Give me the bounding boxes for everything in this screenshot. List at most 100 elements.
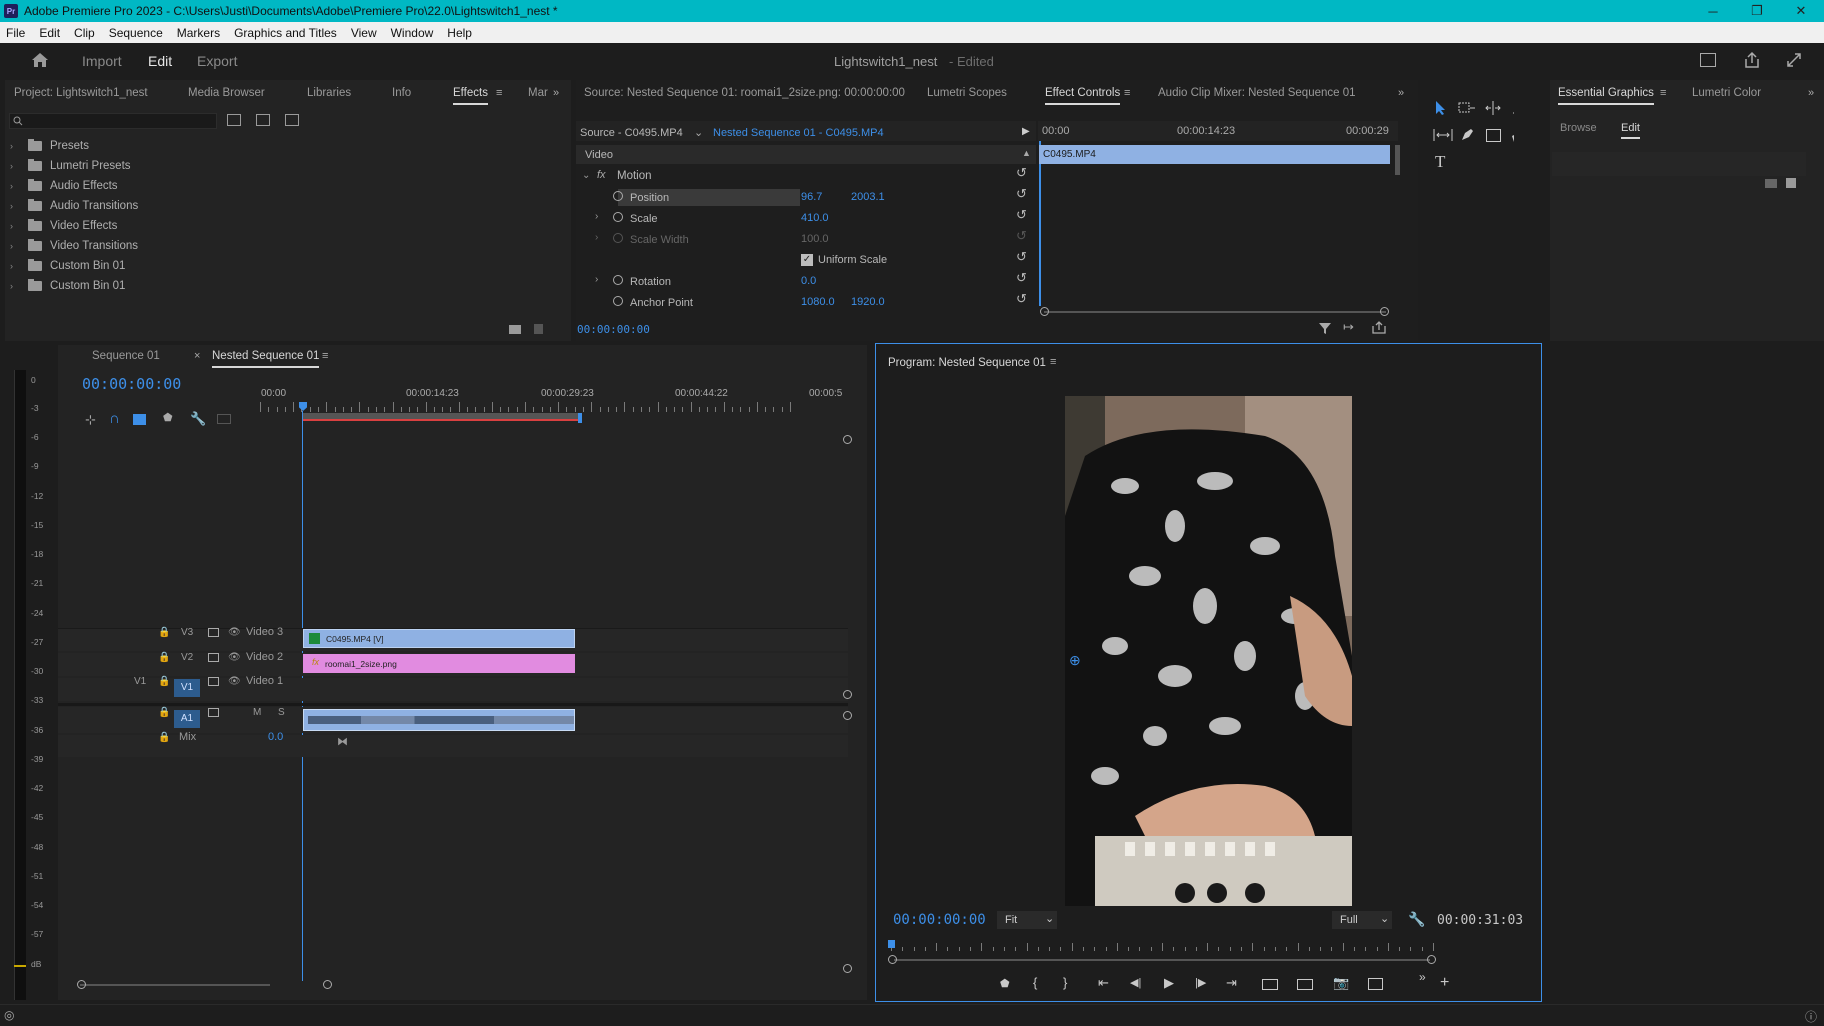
sync-lock-icon[interactable] xyxy=(208,707,219,717)
tab-lumetri-color[interactable]: Lumetri Color xyxy=(1692,87,1761,99)
zoom-handle-left[interactable] xyxy=(1040,307,1049,316)
ec-scrollbar[interactable] xyxy=(1395,145,1400,175)
collapse-icon[interactable]: ▲ xyxy=(1022,148,1031,158)
prop-scale-value[interactable]: 410.0 xyxy=(801,212,829,224)
close-tab-icon[interactable]: × xyxy=(194,350,200,362)
audio-scroll-handle[interactable] xyxy=(843,964,852,973)
tab-libraries[interactable]: Libraries xyxy=(307,87,351,99)
go-to-in-icon[interactable]: ⇤ xyxy=(1098,975,1109,991)
menu-view[interactable]: View xyxy=(351,26,377,40)
solo-button[interactable]: S xyxy=(278,707,285,718)
track-target-v1[interactable]: V1 xyxy=(174,679,200,697)
pen-tool-icon[interactable] xyxy=(1459,127,1475,143)
add-marker-icon[interactable]: ⬟ xyxy=(163,411,173,424)
list-item-audio-transitions[interactable]: › Audio Transitions xyxy=(10,197,138,215)
clip-c0495-video[interactable]: C0495.MP4 [V] xyxy=(303,629,575,648)
info-icon[interactable]: ⓘ xyxy=(1805,1008,1817,1025)
list-item-audio-effects[interactable]: › Audio Effects xyxy=(10,177,118,195)
menu-sequence[interactable]: Sequence xyxy=(109,26,163,40)
play-icon[interactable]: ▶ xyxy=(1164,975,1174,991)
step-back-icon[interactable]: ◀| xyxy=(1130,976,1141,989)
lock-icon[interactable]: 🔒 xyxy=(158,676,170,687)
mix-end-icon[interactable]: ⧓ xyxy=(337,735,348,748)
filter-icon[interactable] xyxy=(1318,321,1332,335)
overwrite-icon[interactable] xyxy=(1297,979,1313,990)
lock-icon[interactable]: 🔒 xyxy=(158,707,170,718)
new-layer-icon[interactable] xyxy=(1765,179,1777,188)
tab-nested-sequence-01[interactable]: Nested Sequence 01 xyxy=(212,350,320,368)
timeline-zoom-bar[interactable] xyxy=(80,984,270,986)
export-frame-icon[interactable]: 📷 xyxy=(1333,975,1349,991)
accelerated-effects-icon[interactable] xyxy=(227,114,241,126)
ec-sequence-label[interactable]: Nested Sequence 01 - C0495.MP4 xyxy=(713,127,884,139)
stopwatch-icon[interactable] xyxy=(613,191,623,201)
panel-menu-icon[interactable]: ≡ xyxy=(1124,87,1130,99)
list-item-video-transitions[interactable]: › Video Transitions xyxy=(10,237,138,255)
anchor-crosshair-icon[interactable]: ⊕ xyxy=(1069,652,1081,669)
sync-lock-icon[interactable] xyxy=(208,652,219,662)
eye-icon[interactable]: 👁 xyxy=(228,627,241,638)
tab-audio-clip-mixer[interactable]: Audio Clip Mixer: Nested Sequence 01 xyxy=(1158,87,1356,99)
mark-in-icon[interactable]: { xyxy=(1033,975,1037,990)
chevron-right-icon[interactable]: › xyxy=(595,274,598,285)
chevron-right-icon[interactable]: › xyxy=(595,211,598,222)
prop-rotation-value[interactable]: 0.0 xyxy=(801,275,816,287)
step-forward-icon[interactable]: |▶ xyxy=(1195,976,1206,989)
program-zoom-bar[interactable] xyxy=(894,959,1430,961)
panel-menu-icon[interactable]: ≡ xyxy=(1050,356,1056,368)
zoom-handle-right[interactable] xyxy=(1380,307,1389,316)
video-scroll-handle[interactable] xyxy=(843,690,852,699)
menu-graphics[interactable]: Graphics and Titles xyxy=(234,26,337,40)
tab-source[interactable]: Source: Nested Sequence 01: roomai1_2siz… xyxy=(584,87,905,99)
video-scroll-handle[interactable] xyxy=(843,435,852,444)
sync-lock-icon[interactable] xyxy=(208,676,219,686)
lock-icon[interactable]: 🔒 xyxy=(158,627,170,638)
selection-tool-icon[interactable] xyxy=(1433,100,1449,116)
chevron-down-icon[interactable]: ⌄ xyxy=(582,170,590,181)
more-tabs-icon[interactable]: » xyxy=(1398,87,1404,99)
eg-tab-browse[interactable]: Browse xyxy=(1560,122,1597,134)
tab-essential-graphics[interactable]: Essential Graphics xyxy=(1558,87,1654,105)
sync-lock-icon[interactable] xyxy=(208,627,219,637)
panel-menu-icon[interactable]: ≡ xyxy=(322,350,328,362)
rectangle-tool-icon[interactable] xyxy=(1486,129,1501,142)
ec-zoom-scrollbar[interactable] xyxy=(1044,311,1386,313)
clip-c0495-audio[interactable] xyxy=(303,709,575,731)
menu-clip[interactable]: Clip xyxy=(74,26,95,40)
zoom-handle-right[interactable] xyxy=(1427,955,1436,964)
track-id[interactable]: V3 xyxy=(181,627,193,638)
reset-icon[interactable]: ↺ xyxy=(1016,186,1027,202)
captions-icon[interactable] xyxy=(217,414,231,424)
menu-window[interactable]: Window xyxy=(391,26,434,40)
prop-position-x[interactable]: 96.7 xyxy=(801,191,822,203)
list-item-video-effects[interactable]: › Video Effects xyxy=(10,217,117,235)
ruler-ticks[interactable] xyxy=(260,402,791,412)
workspaces-icon[interactable] xyxy=(1700,53,1716,67)
track-select-tool-icon[interactable] xyxy=(1458,100,1476,116)
yuv-effects-icon[interactable] xyxy=(285,114,299,126)
minimize-button[interactable]: ─ xyxy=(1690,0,1736,22)
menu-markers[interactable]: Markers xyxy=(177,26,220,40)
stopwatch-icon[interactable] xyxy=(613,212,623,222)
hand-tool-icon[interactable] xyxy=(1510,127,1514,143)
delete-icon[interactable] xyxy=(534,324,543,334)
tab-media-browser[interactable]: Media Browser xyxy=(188,87,265,99)
ec-playhead[interactable] xyxy=(1039,141,1041,306)
nest-toggle-icon[interactable]: ⊹ xyxy=(85,412,96,428)
ec-timecode[interactable]: 00:00:00:00 xyxy=(577,323,650,336)
prop-position-y[interactable]: 2003.1 xyxy=(851,191,885,203)
zoom-handle-left[interactable] xyxy=(888,955,897,964)
track-target-a1[interactable]: A1 xyxy=(174,710,200,728)
track-id[interactable]: V2 xyxy=(181,652,193,663)
tab-effect-controls[interactable]: Effect Controls xyxy=(1045,87,1121,105)
chevron-right-icon[interactable]: › xyxy=(595,232,598,243)
fit-dropdown[interactable]: Fit ⌄ xyxy=(997,911,1057,929)
new-bin-icon[interactable] xyxy=(509,325,521,334)
menu-help[interactable]: Help xyxy=(447,26,472,40)
restore-button[interactable]: ❐ xyxy=(1734,0,1780,22)
workspace-tab-import[interactable]: Import xyxy=(82,53,122,69)
tab-lumetri-scopes[interactable]: Lumetri Scopes xyxy=(927,87,1007,99)
lock-icon[interactable]: 🔒 xyxy=(158,652,170,663)
zoom-handle-right[interactable] xyxy=(323,980,332,989)
stopwatch-icon[interactable] xyxy=(613,296,623,306)
